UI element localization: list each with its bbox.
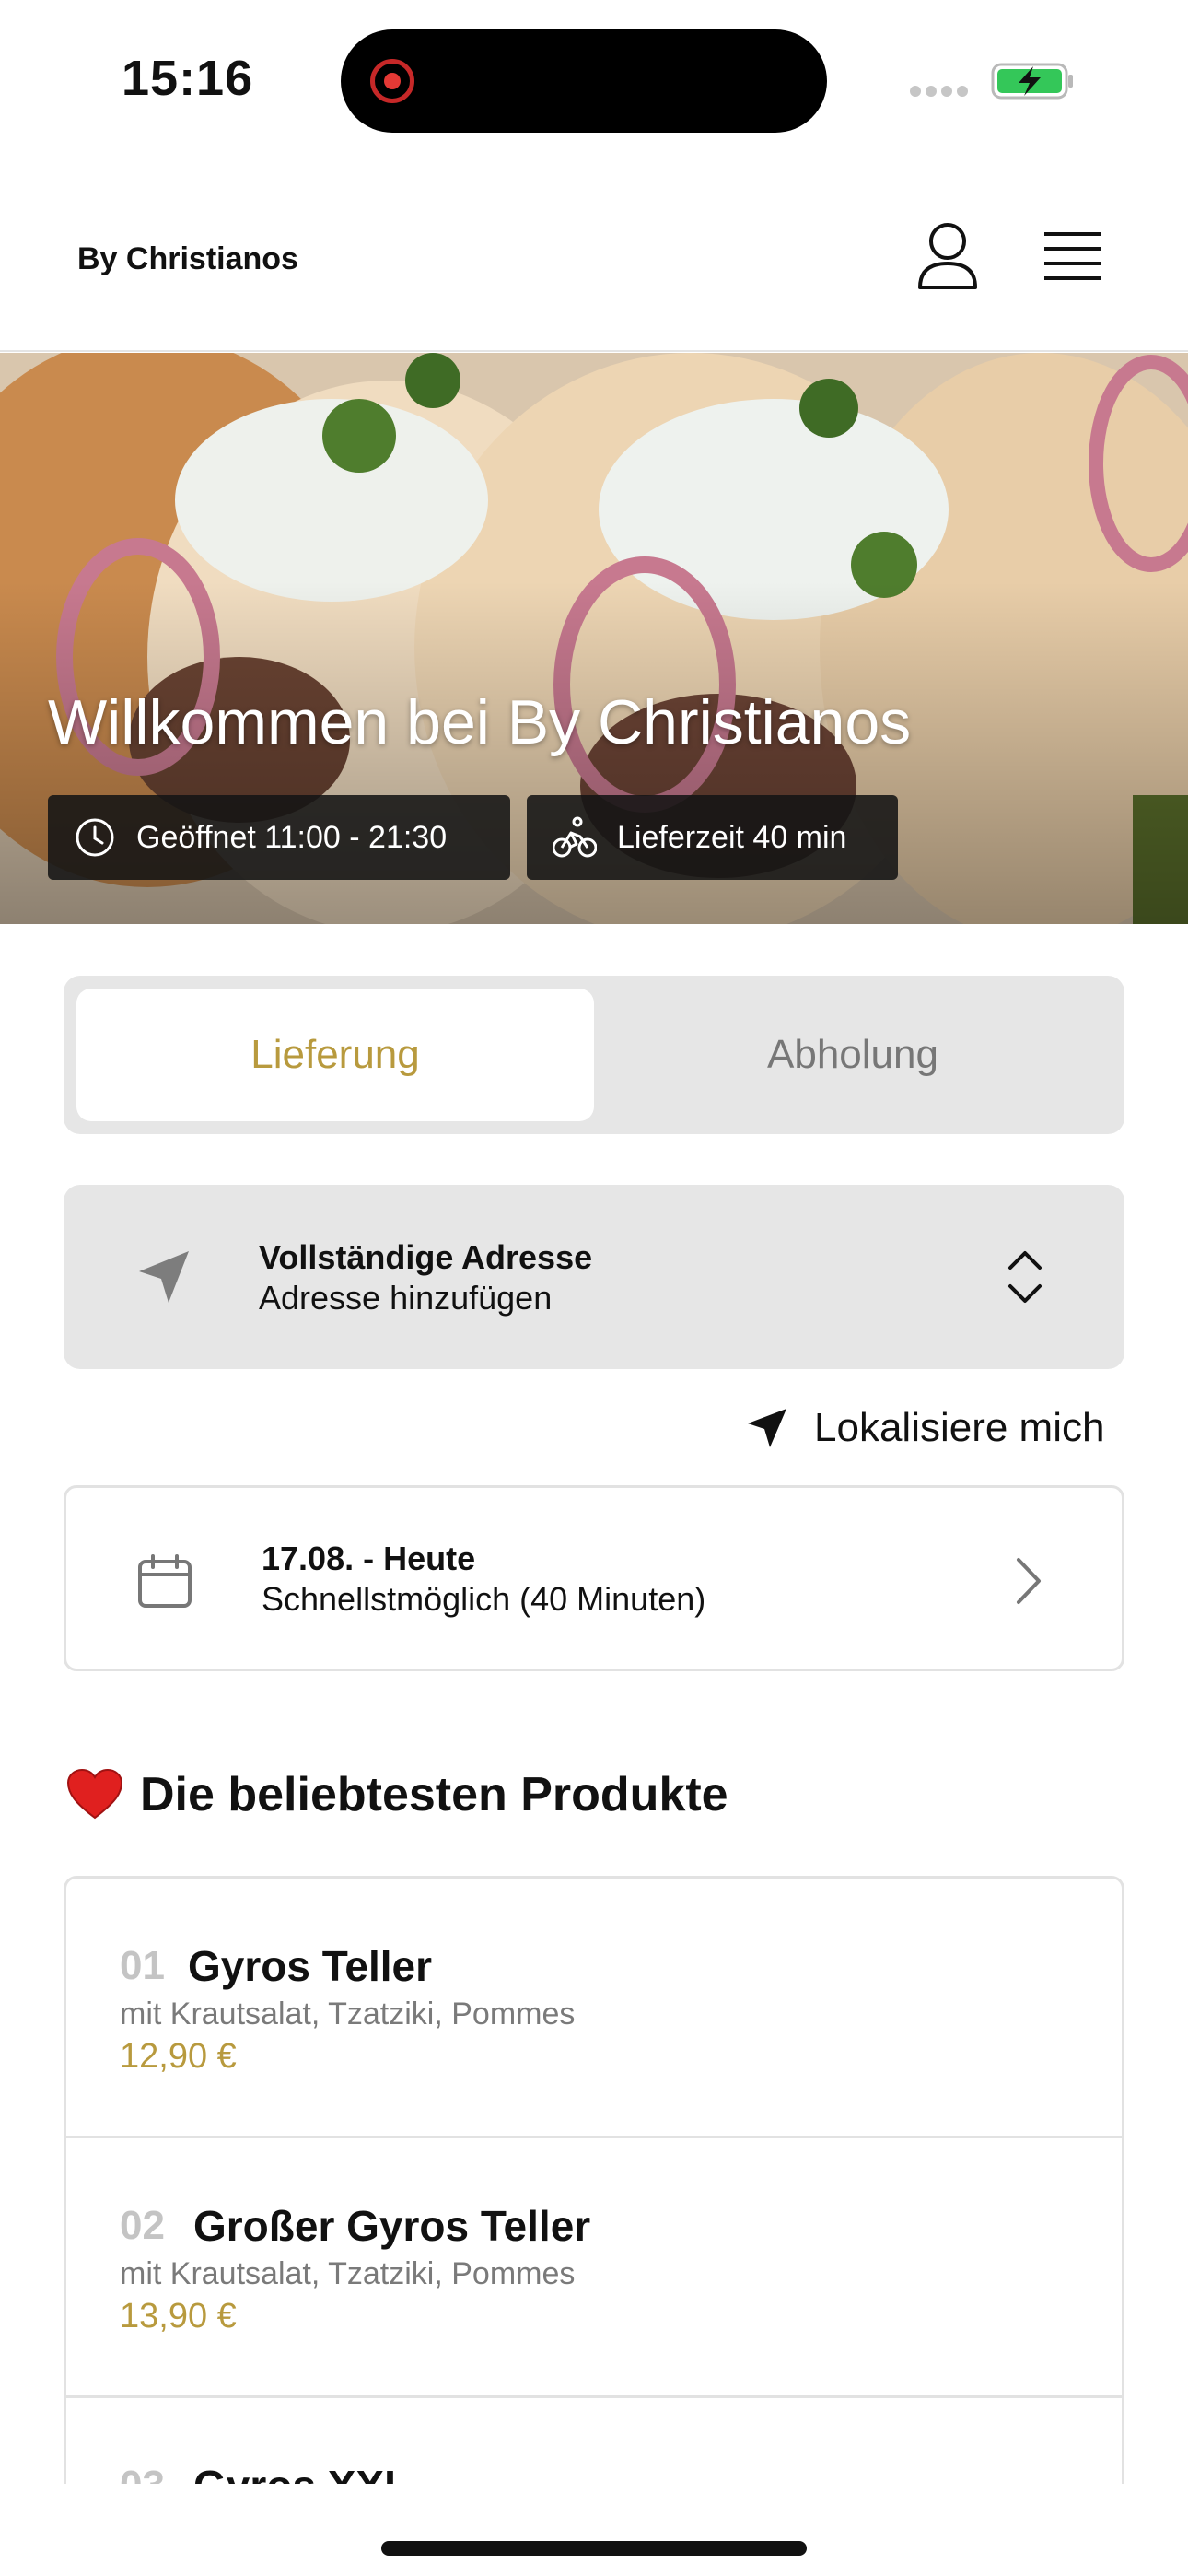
dynamic-island	[341, 29, 827, 133]
product-number: 02	[120, 2203, 165, 2248]
navigation-arrow-icon	[139, 1251, 189, 1303]
battery-charging-icon	[991, 63, 1073, 100]
tab-pickup[interactable]: Abholung	[594, 989, 1112, 1121]
order-mode-toggle: Lieferung Abholung	[64, 976, 1124, 1134]
delivery-time-badge: Lieferzeit 40 min	[527, 795, 898, 880]
chevron-up-down-icon	[1008, 1251, 1042, 1303]
locate-me-label: Lokalisiere mich	[814, 1405, 1105, 1450]
product-number: 03	[120, 2463, 165, 2484]
address-subtitle: Adresse hinzufügen	[259, 1279, 553, 1317]
product-name: Gyros XXL	[193, 2461, 410, 2484]
signal-icon	[910, 85, 974, 97]
delivery-time-selector[interactable]: 17.08. - Heute Schnellstmöglich (40 Minu…	[64, 1485, 1124, 1671]
status-time: 15:16	[122, 51, 254, 106]
recording-indicator-icon	[370, 59, 414, 103]
locate-me-button[interactable]: Lokalisiere mich	[746, 1399, 1104, 1458]
location-arrow-icon	[748, 1409, 786, 1447]
opening-hours-badge: Geöffnet 11:00 - 21:30	[48, 795, 510, 880]
brand-name[interactable]: By Christianos	[77, 241, 298, 277]
product-name: Gyros Teller	[188, 1942, 433, 1990]
delivery-time-text: Lieferzeit 40 min	[617, 819, 847, 855]
delivery-date: 17.08. - Heute	[262, 1540, 476, 1577]
hero-title: Willkommen bei By Christianos	[48, 687, 912, 757]
hero-banner: Willkommen bei By Christianos Geöffnet 1…	[0, 353, 1188, 924]
tab-delivery[interactable]: Lieferung	[76, 989, 594, 1121]
user-icon	[918, 223, 977, 289]
product-name: Großer Gyros Teller	[193, 2202, 591, 2250]
product-price: 12,90 €	[120, 2037, 237, 2076]
product-price: 13,90 €	[120, 2297, 237, 2336]
product-description: mit Krautsalat, Tzatziki, Pommes	[120, 2256, 576, 2291]
opening-hours-text: Geöffnet 11:00 - 21:30	[136, 819, 448, 855]
popular-products-heading: Die beliebtesten Produkte	[66, 1767, 728, 1822]
app-header: By Christianos	[0, 157, 1188, 352]
product-item[interactable]: 02 Großer Gyros Teller mit Krautsalat, T…	[66, 2138, 1122, 2398]
menu-button[interactable]	[1042, 228, 1103, 284]
product-number: 01	[120, 1943, 165, 1988]
delivery-time-option: Schnellstmöglich (40 Minuten)	[262, 1580, 706, 1618]
chevron-right-icon	[1017, 1558, 1041, 1604]
calendar-icon	[138, 1554, 192, 1608]
product-item[interactable]: 01 Gyros Teller mit Krautsalat, Tzatziki…	[66, 1879, 1122, 2138]
product-description: mit Krautsalat, Tzatziki, Pommes	[120, 1996, 576, 2032]
bicycle-icon	[553, 816, 597, 858]
address-selector[interactable]: Vollständige Adresse Adresse hinzufügen	[64, 1185, 1124, 1369]
popular-products-title: Die beliebtesten Produkte	[140, 1768, 728, 1821]
clock-icon	[76, 818, 114, 857]
heart-icon	[66, 1768, 123, 1820]
product-item[interactable]: 03 Gyros XXL	[66, 2398, 1122, 2484]
status-bar: 15:16	[0, 0, 1188, 157]
home-indicator[interactable]	[381, 2541, 807, 2556]
address-title: Vollständige Adresse	[259, 1238, 593, 1276]
popular-products-list: 01 Gyros Teller mit Krautsalat, Tzatziki…	[64, 1876, 1124, 2484]
account-button[interactable]	[915, 221, 980, 291]
hamburger-menu-icon	[1044, 232, 1101, 280]
